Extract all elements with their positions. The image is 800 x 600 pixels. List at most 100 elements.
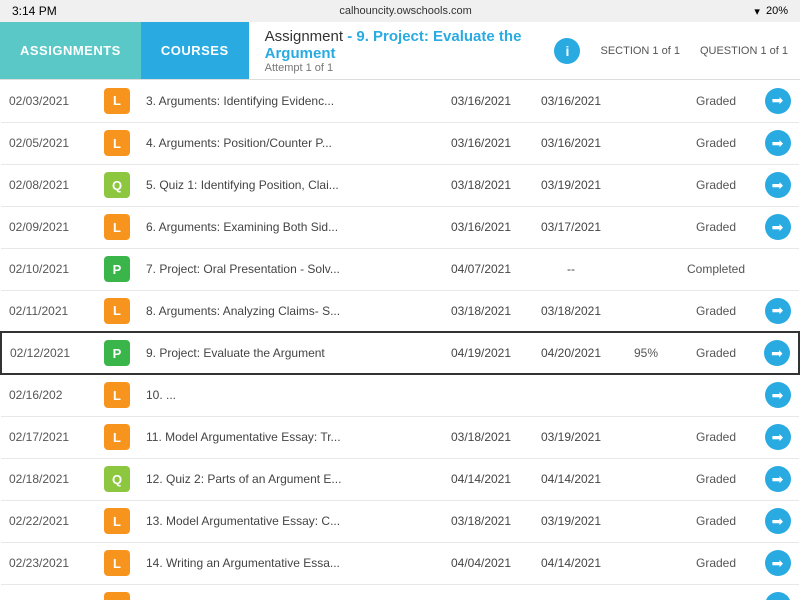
row-arrow[interactable]: ➡ — [756, 374, 799, 416]
table-row[interactable]: 02/17/2021 L 11. Model Argumentative Ess… — [1, 416, 799, 458]
header-right-controls: i SECTION 1 of 1 QUESTION 1 of 1 — [542, 22, 800, 79]
assignment-attempt: Attempt 1 of 1 — [265, 62, 527, 74]
assignments-table: 02/03/2021 L 3. Arguments: Identifying E… — [0, 80, 800, 600]
navigate-arrow-icon[interactable]: ➡ — [764, 340, 790, 366]
row-date: 02/12/2021 — [1, 332, 96, 374]
row-date: 02/08/2021 — [1, 164, 96, 206]
row-arrow[interactable]: ➡ — [756, 122, 799, 164]
row-badge: L — [96, 374, 138, 416]
navigate-arrow-icon[interactable]: ➡ — [765, 466, 791, 492]
table-row[interactable]: 02/03/2021 L 3. Arguments: Identifying E… — [1, 80, 799, 122]
row-badge: P — [96, 248, 138, 290]
row-arrow[interactable]: ➡ — [756, 542, 799, 584]
row-submitted: 03/16/2021 — [526, 122, 616, 164]
status-bar: 3:14 PM calhouncity.owschools.com ▾ 20% — [0, 0, 800, 22]
table-row[interactable]: 02/16/202 L 10. ... ➡ — [1, 374, 799, 416]
navigate-arrow-icon[interactable]: ➡ — [765, 214, 791, 240]
row-arrow[interactable]: ➡ — [756, 206, 799, 248]
status-right: ▾ 20% — [754, 5, 788, 18]
row-arrow[interactable]: ➡ — [756, 80, 799, 122]
navigate-arrow-icon[interactable]: ➡ — [765, 592, 791, 600]
table-row[interactable]: 02/24/2021 L 15. Writing an Argumentativ… — [1, 584, 799, 600]
table-row[interactable]: 02/05/2021 L 4. Arguments: Position/Coun… — [1, 122, 799, 164]
row-score — [616, 500, 676, 542]
row-due: 03/18/2021 — [436, 164, 526, 206]
row-badge: Q — [96, 164, 138, 206]
table-row[interactable]: 02/18/2021 Q 12. Quiz 2: Parts of an Arg… — [1, 458, 799, 500]
row-badge: L — [96, 122, 138, 164]
row-score — [616, 416, 676, 458]
row-badge: L — [96, 542, 138, 584]
row-score — [616, 164, 676, 206]
tab-assignments[interactable]: ASSIGNMENTS — [0, 22, 141, 79]
row-badge: P — [96, 332, 138, 374]
row-due — [436, 374, 526, 416]
row-date: 02/16/202 — [1, 374, 96, 416]
row-badge: Q — [96, 458, 138, 500]
row-status: Graded — [676, 542, 756, 584]
row-arrow[interactable]: ➡ — [756, 416, 799, 458]
row-arrow[interactable]: ➡ — [756, 164, 799, 206]
row-submitted: 04/14/2021 — [526, 584, 616, 600]
question-label: QUESTION 1 of 1 — [700, 45, 788, 57]
navigate-arrow-icon[interactable]: ➡ — [765, 88, 791, 114]
row-date: 02/18/2021 — [1, 458, 96, 500]
row-arrow[interactable]: ➡ — [756, 332, 799, 374]
navigate-arrow-icon[interactable]: ➡ — [765, 382, 791, 408]
navigate-arrow-icon[interactable]: ➡ — [765, 172, 791, 198]
table-row[interactable]: 02/08/2021 Q 5. Quiz 1: Identifying Posi… — [1, 164, 799, 206]
assignment-title: Assignment - 9. Project: Evaluate the Ar… — [265, 28, 527, 62]
row-due: 04/04/2021 — [436, 542, 526, 584]
row-arrow[interactable]: ➡ — [756, 500, 799, 542]
row-name: 10. ... — [138, 374, 436, 416]
table-row[interactable]: 02/10/2021 P 7. Project: Oral Presentati… — [1, 248, 799, 290]
row-due: 04/04/2021 — [436, 584, 526, 600]
row-due: 03/18/2021 — [436, 416, 526, 458]
row-score — [616, 206, 676, 248]
row-due: 04/19/2021 — [436, 332, 526, 374]
table-row[interactable]: 02/23/2021 L 14. Writing an Argumentativ… — [1, 542, 799, 584]
row-badge: L — [96, 80, 138, 122]
battery-level: 20% — [766, 5, 788, 17]
navigate-arrow-icon[interactable]: ➡ — [765, 550, 791, 576]
tab-courses[interactable]: COURSES — [141, 22, 249, 79]
navigate-arrow-icon[interactable]: ➡ — [765, 424, 791, 450]
table-row[interactable]: 02/11/2021 L 8. Arguments: Analyzing Cla… — [1, 290, 799, 332]
row-arrow[interactable]: ➡ — [756, 458, 799, 500]
info-icon[interactable]: i — [554, 38, 580, 64]
row-submitted — [526, 374, 616, 416]
row-name: 11. Model Argumentative Essay: Tr... — [138, 416, 436, 458]
row-submitted: 03/19/2021 — [526, 416, 616, 458]
table-row[interactable]: 02/12/2021 P 9. Project: Evaluate the Ar… — [1, 332, 799, 374]
navigate-arrow-icon[interactable]: ➡ — [765, 130, 791, 156]
status-time: 3:14 PM — [12, 4, 57, 18]
row-name: 6. Arguments: Examining Both Sid... — [138, 206, 436, 248]
row-score: 95% — [616, 332, 676, 374]
row-badge: L — [96, 290, 138, 332]
row-badge: L — [96, 416, 138, 458]
row-submitted: 04/14/2021 — [526, 458, 616, 500]
row-name: 14. Writing an Argumentative Essa... — [138, 542, 436, 584]
row-score — [616, 248, 676, 290]
row-name: 7. Project: Oral Presentation - Solv... — [138, 248, 436, 290]
row-due: 04/07/2021 — [436, 248, 526, 290]
row-name: 8. Arguments: Analyzing Claims- S... — [138, 290, 436, 332]
row-date: 02/09/2021 — [1, 206, 96, 248]
row-badge: L — [96, 206, 138, 248]
row-arrow[interactable]: ➡ — [756, 290, 799, 332]
table-row[interactable]: 02/09/2021 L 6. Arguments: Examining Bot… — [1, 206, 799, 248]
row-score — [616, 290, 676, 332]
section-label: SECTION 1 of 1 — [600, 45, 679, 57]
row-due: 03/18/2021 — [436, 290, 526, 332]
row-submitted: 03/19/2021 — [526, 164, 616, 206]
row-arrow[interactable]: ➡ — [756, 584, 799, 600]
row-name: 4. Arguments: Position/Counter P... — [138, 122, 436, 164]
navigate-arrow-icon[interactable]: ➡ — [765, 508, 791, 534]
navigate-arrow-icon[interactable]: ➡ — [765, 298, 791, 324]
row-status: Graded — [676, 332, 756, 374]
row-due: 04/14/2021 — [436, 458, 526, 500]
row-date: 02/23/2021 — [1, 542, 96, 584]
table-row[interactable]: 02/22/2021 L 13. Model Argumentative Ess… — [1, 500, 799, 542]
row-name: 3. Arguments: Identifying Evidenc... — [138, 80, 436, 122]
row-name: 5. Quiz 1: Identifying Position, Clai... — [138, 164, 436, 206]
